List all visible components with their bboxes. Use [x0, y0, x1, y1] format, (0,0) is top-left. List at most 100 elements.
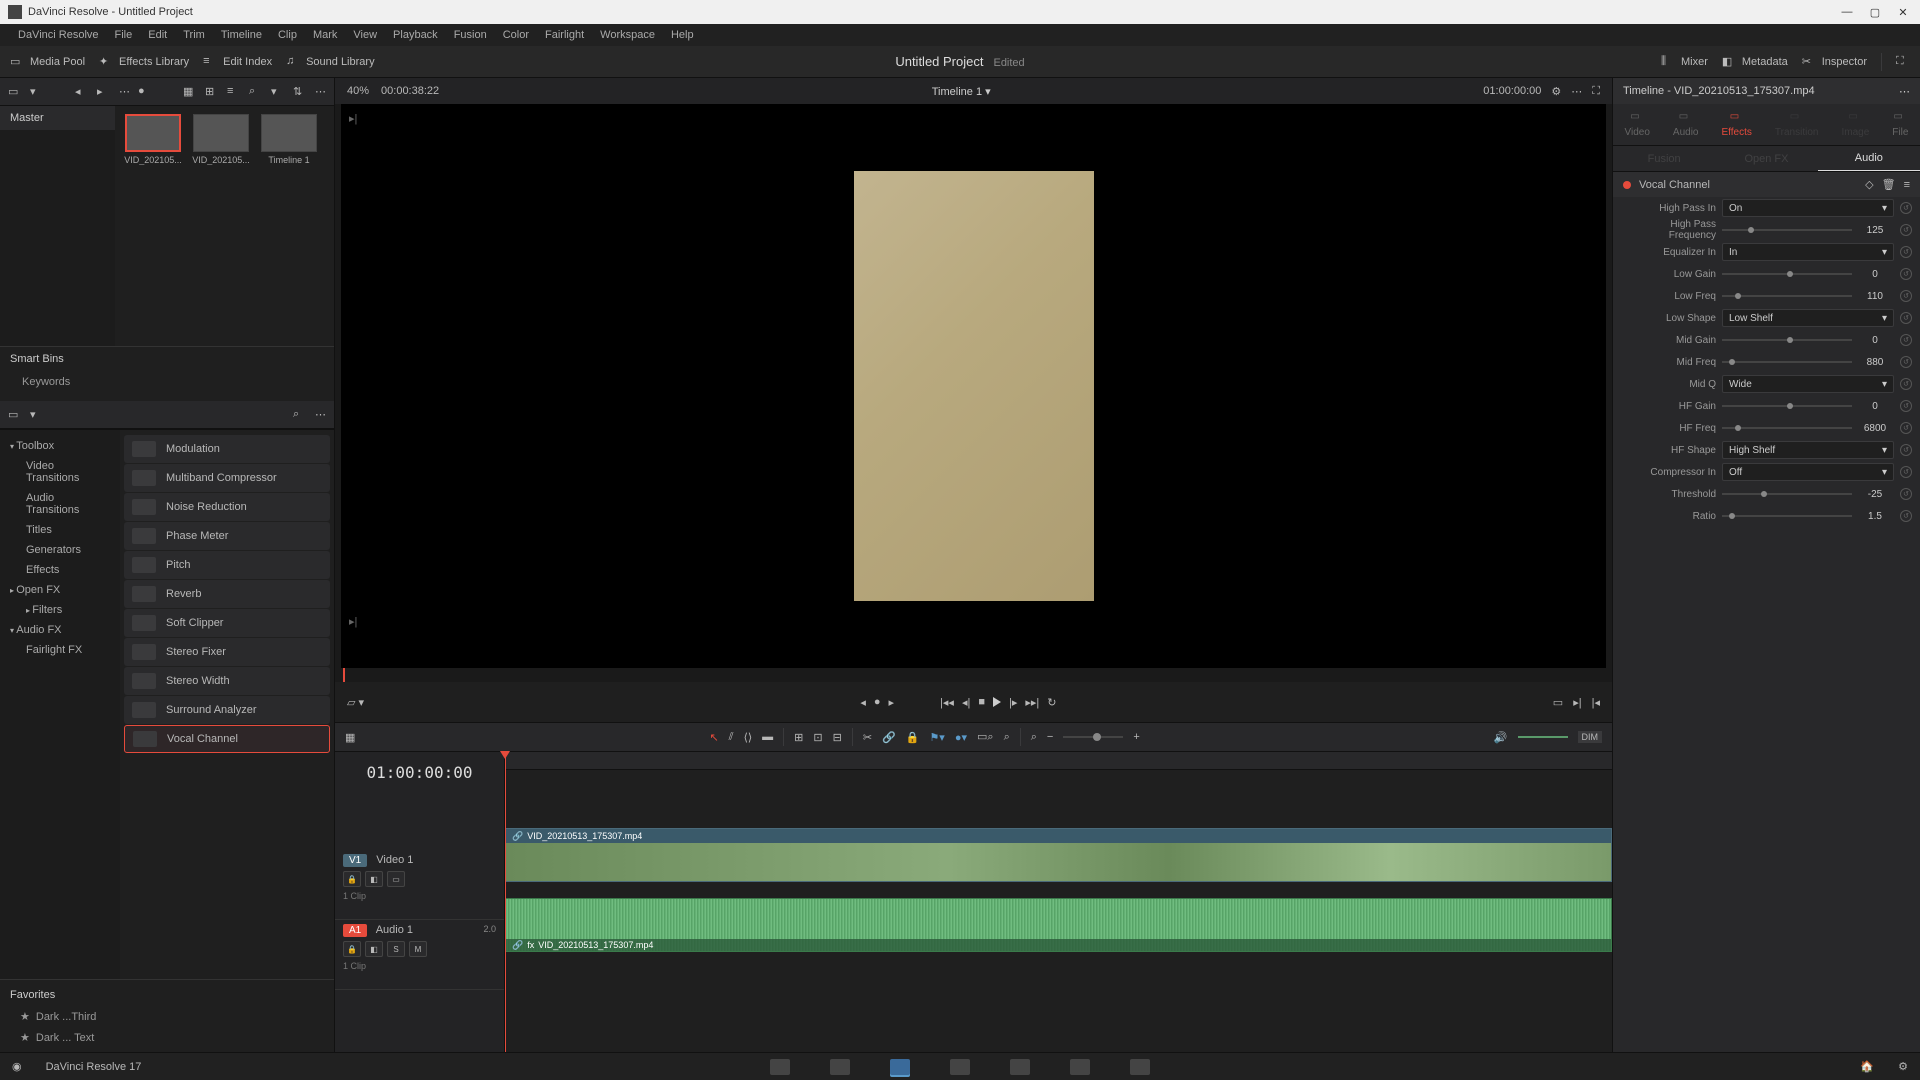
- track-auto-button[interactable]: ◧: [365, 941, 383, 957]
- fusion-page-tab[interactable]: [950, 1059, 970, 1075]
- prev-clip-icon[interactable]: |◂: [1592, 696, 1600, 709]
- media-thumb[interactable]: Timeline 1: [259, 114, 319, 165]
- maximize-button[interactable]: ▢: [1866, 6, 1884, 19]
- record-icon[interactable]: ●: [138, 85, 152, 99]
- loop-button[interactable]: ↻: [1047, 696, 1056, 709]
- crop-icon[interactable]: ▱ ▾: [347, 696, 364, 709]
- list-icon[interactable]: ≡: [227, 85, 241, 99]
- fx-item-stereo-fixer[interactable]: Stereo Fixer: [124, 638, 330, 666]
- fx-keyframe-icon[interactable]: ◇: [1865, 178, 1873, 191]
- reset-icon[interactable]: ↺: [1900, 268, 1912, 280]
- audio-clip[interactable]: 🔗fxVID_20210513_175307.mp4: [505, 898, 1612, 952]
- inspector-subtab-open-fx[interactable]: Open FX: [1715, 146, 1817, 171]
- reset-icon[interactable]: ↺: [1900, 312, 1912, 324]
- param-value[interactable]: 880: [1856, 357, 1894, 368]
- deliver-page-tab[interactable]: [1130, 1059, 1150, 1075]
- selection-tool[interactable]: ↖: [709, 731, 718, 744]
- favorites-header[interactable]: Favorites: [0, 984, 334, 1006]
- insert-icon[interactable]: ⊞: [794, 731, 803, 744]
- smart-bins-header[interactable]: Smart Bins: [0, 347, 334, 371]
- effects-library-toggle[interactable]: ✦Effects Library: [99, 55, 189, 69]
- zoom-fit-icon[interactable]: ⌕: [1031, 731, 1037, 744]
- video-clip[interactable]: 🔗VID_20210513_175307.mp4: [505, 828, 1612, 882]
- menu-file[interactable]: File: [107, 29, 141, 41]
- audiofx-category[interactable]: Audio FX: [0, 620, 120, 640]
- cut-page-tab[interactable]: [830, 1059, 850, 1075]
- param-slider[interactable]: [1722, 361, 1852, 363]
- prev-frame-button[interactable]: ◂|: [962, 696, 970, 709]
- param-value[interactable]: 110: [1856, 291, 1894, 302]
- search-icon[interactable]: ⌕: [293, 408, 307, 422]
- volume-icon[interactable]: 🔊: [1494, 731, 1508, 744]
- audio-transitions[interactable]: Audio Transitions: [0, 488, 120, 520]
- go-end-button[interactable]: ▸▸|: [1025, 696, 1039, 709]
- more-icon[interactable]: ⋯: [315, 85, 326, 98]
- menu-trim[interactable]: Trim: [175, 29, 213, 41]
- play-button[interactable]: [993, 697, 1001, 707]
- menu-mark[interactable]: Mark: [305, 29, 345, 41]
- next-marker-icon[interactable]: ▸: [889, 696, 895, 709]
- reset-icon[interactable]: ↺: [1900, 246, 1912, 258]
- reset-icon[interactable]: ↺: [1900, 444, 1912, 456]
- playhead[interactable]: [505, 752, 506, 1052]
- audio-track-badge[interactable]: A1: [343, 924, 367, 937]
- thumb-grid-icon[interactable]: ⊞: [205, 85, 219, 99]
- inspector-subtab-audio[interactable]: Audio: [1818, 146, 1920, 171]
- bin-list-icon[interactable]: ▭: [8, 85, 22, 99]
- fx-item-modulation[interactable]: Modulation: [124, 435, 330, 463]
- param-value[interactable]: 1.5: [1856, 511, 1894, 522]
- param-slider[interactable]: [1722, 273, 1852, 275]
- favorite-item[interactable]: ★Dark ...Third: [0, 1006, 334, 1027]
- inspector-subtab-fusion[interactable]: Fusion: [1613, 146, 1715, 171]
- track-auto-button[interactable]: ◧: [365, 871, 383, 887]
- media-pool-toggle[interactable]: ▭Media Pool: [10, 55, 85, 69]
- mixer-toggle[interactable]: ⫼Mixer: [1661, 55, 1708, 69]
- marker-icon[interactable]: ●: [874, 696, 881, 708]
- reset-icon[interactable]: ↺: [1900, 488, 1912, 500]
- sort-icon[interactable]: ⇅: [293, 85, 307, 99]
- menu-clip[interactable]: Clip: [270, 29, 305, 41]
- dynamic-trim-tool[interactable]: ⟨⟩: [744, 731, 753, 744]
- param-value[interactable]: 0: [1856, 269, 1894, 280]
- inspector-toggle[interactable]: ✂Inspector: [1802, 55, 1867, 69]
- keywords-bin[interactable]: Keywords: [0, 371, 334, 393]
- effects-category[interactable]: Effects: [0, 560, 120, 580]
- more-icon[interactable]: ⋯: [315, 408, 326, 421]
- chevron-down-icon[interactable]: ▾: [30, 408, 44, 422]
- param-select[interactable]: Off▾: [1722, 463, 1894, 481]
- media-thumb[interactable]: VID_202105...: [191, 114, 251, 165]
- zoom-out-button[interactable]: −: [1047, 731, 1053, 743]
- viewer-expand-icon[interactable]: ⛶: [1592, 85, 1600, 98]
- settings-icon[interactable]: ⚙: [1898, 1060, 1908, 1073]
- menu-playback[interactable]: Playback: [385, 29, 446, 41]
- thumb-small-icon[interactable]: ▦: [183, 85, 197, 99]
- reset-icon[interactable]: ↺: [1900, 334, 1912, 346]
- fx-item-noise-reduction[interactable]: Noise Reduction: [124, 493, 330, 521]
- timecode-display[interactable]: 01:00:00:00: [335, 752, 504, 792]
- video-transitions[interactable]: Video Transitions: [0, 456, 120, 488]
- zoom-in-button[interactable]: +: [1133, 731, 1139, 743]
- video-track-badge[interactable]: V1: [343, 854, 367, 867]
- menu-color[interactable]: Color: [495, 29, 537, 41]
- dim-button[interactable]: DIM: [1578, 731, 1603, 743]
- fx-menu-icon[interactable]: ≡: [1904, 179, 1910, 191]
- param-slider[interactable]: [1722, 405, 1852, 407]
- inspector-tab-audio[interactable]: ▭Audio: [1673, 111, 1699, 138]
- param-slider[interactable]: [1722, 339, 1852, 341]
- marker-add-icon[interactable]: ●▾: [955, 731, 967, 744]
- param-select[interactable]: In▾: [1722, 243, 1894, 261]
- chevron-down-icon[interactable]: ▾: [985, 86, 991, 98]
- toolbox-category[interactable]: Toolbox: [0, 436, 120, 456]
- timeline-ruler[interactable]: [505, 752, 1612, 770]
- timeline-view-icon[interactable]: ▦: [345, 731, 355, 744]
- menu-fairlight[interactable]: Fairlight: [537, 29, 592, 41]
- stop-button[interactable]: ■: [978, 696, 985, 708]
- zoom-level[interactable]: 40%: [347, 85, 369, 97]
- zoom-slider[interactable]: [1063, 736, 1123, 738]
- metadata-toggle[interactable]: ◧Metadata: [1722, 55, 1788, 69]
- fx-item-reverb[interactable]: Reverb: [124, 580, 330, 608]
- arrow-left-icon[interactable]: ◂: [75, 85, 89, 99]
- reset-icon[interactable]: ↺: [1900, 202, 1912, 214]
- close-button[interactable]: ✕: [1894, 6, 1912, 19]
- go-start-button[interactable]: |◂◂: [940, 696, 954, 709]
